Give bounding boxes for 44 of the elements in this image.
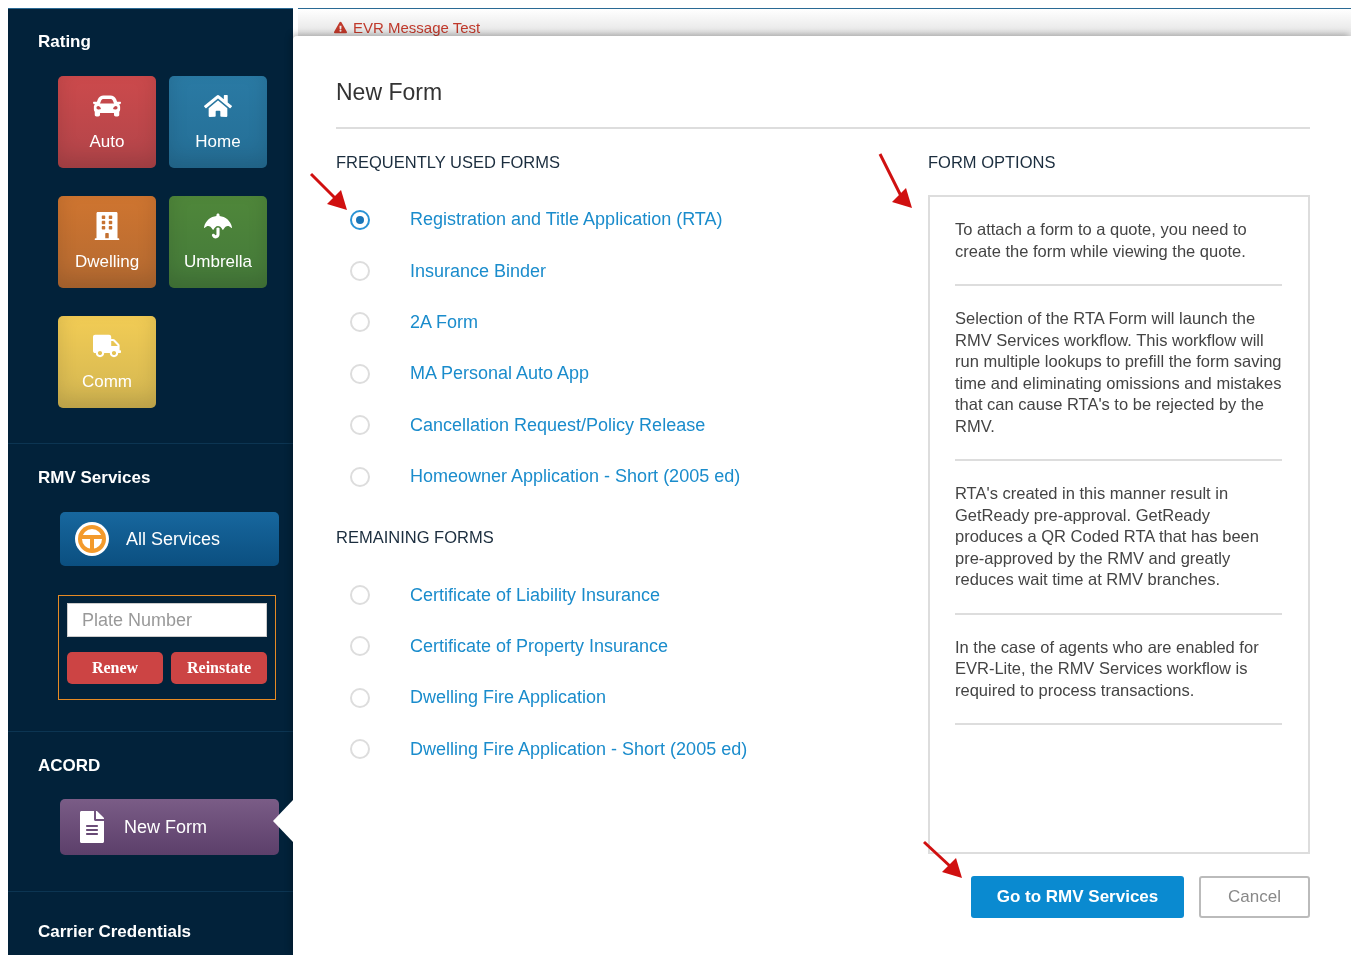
option-paragraph: To attach a form to a quote, you need to create the form while viewing the quote. xyxy=(955,197,1282,286)
section-heading: Carrier Credentials xyxy=(37,922,193,942)
new-form-button[interactable]: New Form xyxy=(60,799,279,855)
rating-tile[interactable]: Dwelling xyxy=(58,196,156,288)
option-paragraph: In the case of agents who are enabled for EVR-Lite, the RMV Services workflow is required to process transactions. xyxy=(955,614,1282,725)
primary-button[interactable]: Go to RMV Services xyxy=(971,876,1184,918)
option-paragraph: RTA's created in this manner result in GetReady pre-approval. GetReady produces a QR Coded RTA that has been pre-approved by the RMV and greatly reduces wait time at RMV branches. xyxy=(955,461,1282,615)
option-paragraph: Selection of the RTA Form will launch the RMV Services workflow. This workflow will run multiple lookups to prefill the form saving time and eliminating omissions and mistakes that can cause RTA's to be rejected by the RMV. xyxy=(955,286,1282,461)
annotation-arrow xyxy=(309,172,347,210)
cancel-button[interactable]: Cancel xyxy=(1199,876,1310,918)
annotation-arrow xyxy=(922,840,962,878)
building-icon xyxy=(93,212,121,240)
steering-wheel-icon xyxy=(74,521,110,557)
umbrella-icon xyxy=(204,212,232,240)
banner-text: EVR Message Test xyxy=(353,19,481,36)
form-link[interactable]: Certificate of Property Insurance xyxy=(410,635,669,657)
group-heading: FORM OPTIONS xyxy=(928,153,1057,171)
all-services-button[interactable]: All Services xyxy=(60,512,279,566)
warning-icon xyxy=(334,21,347,34)
form-link[interactable]: MA Personal Auto App xyxy=(410,363,590,385)
annotation-arrow xyxy=(878,152,912,208)
rating-tile[interactable]: Auto xyxy=(58,76,156,168)
group-heading: FREQUENTLY USED FORMS xyxy=(336,153,561,171)
rating-tile[interactable]: Umbrella xyxy=(169,196,267,288)
action-button[interactable]: Reinstate xyxy=(171,652,267,684)
rating-tile[interactable]: Home xyxy=(169,76,267,168)
radio-button[interactable] xyxy=(350,209,370,230)
plate-number-field[interactable]: Plate Number xyxy=(67,603,267,637)
form-link[interactable]: Homeowner Application - Short (2005 ed) xyxy=(410,466,741,488)
form-link[interactable]: Cancellation Request/Policy Release xyxy=(410,414,706,436)
form-link[interactable]: Dwelling Fire Application xyxy=(410,687,607,709)
form-link[interactable]: Insurance Binder xyxy=(410,260,547,282)
form-link[interactable]: Registration and Title Application (RTA) xyxy=(410,209,723,231)
form-link[interactable]: 2A Form xyxy=(410,311,479,333)
group-heading: REMAINING FORMS xyxy=(336,528,495,547)
form-link[interactable]: Certificate of Liability Insurance xyxy=(410,584,661,606)
section-heading: ACORD xyxy=(37,756,102,776)
section-heading: Rating xyxy=(37,32,92,52)
truck-icon xyxy=(93,332,121,360)
action-button[interactable]: Renew xyxy=(67,652,163,684)
form-link[interactable]: Dwelling Fire Application - Short (2005 ed) xyxy=(410,738,748,760)
dialog-title: New Form xyxy=(336,78,1310,129)
house-icon xyxy=(204,92,232,120)
section-heading: RMV Services xyxy=(37,468,152,488)
